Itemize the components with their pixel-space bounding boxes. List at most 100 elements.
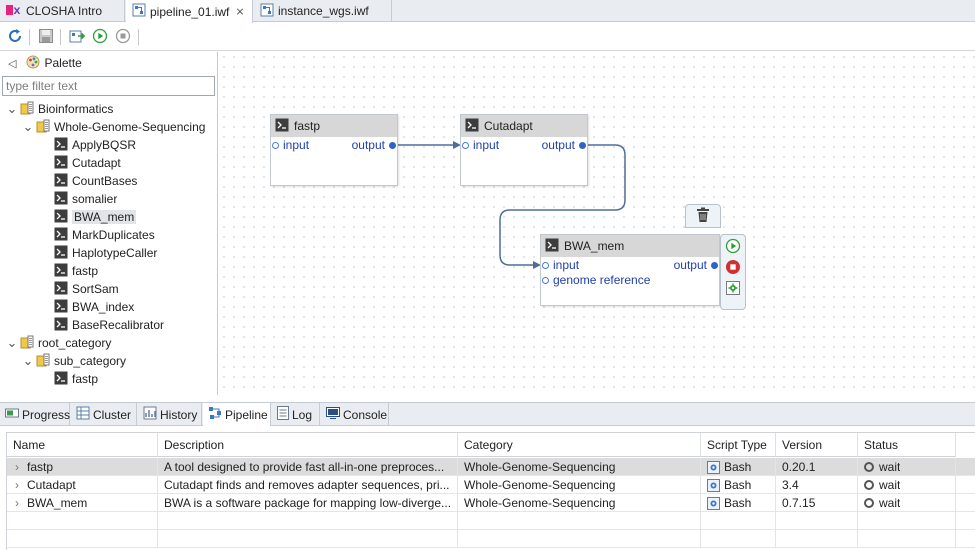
- column-header-category[interactable]: Category: [458, 433, 701, 457]
- genome-reference-port[interactable]: genome reference: [542, 273, 650, 287]
- run-button[interactable]: [90, 27, 110, 47]
- column-header-status[interactable]: Status: [858, 433, 956, 457]
- output-port[interactable]: output: [352, 138, 396, 152]
- palette-tool-item[interactable]: fastp: [38, 262, 98, 280]
- chevron-down-icon[interactable]: ⌄: [22, 354, 34, 367]
- empty-cell: [158, 530, 458, 548]
- chevron-down-icon[interactable]: ⌄: [22, 120, 34, 133]
- node-settings-button[interactable]: [724, 280, 742, 298]
- expand-row-icon[interactable]: ›: [15, 478, 19, 492]
- chevron-down-icon[interactable]: ⌄: [6, 336, 18, 349]
- cluster-icon: [76, 406, 90, 423]
- save-button[interactable]: [36, 27, 56, 47]
- expand-row-icon[interactable]: ›: [15, 496, 19, 510]
- tab-log[interactable]: Log: [272, 403, 320, 426]
- history-icon: [143, 406, 157, 423]
- cell-description: A tool designed to provide fast all-in-o…: [158, 458, 458, 476]
- input-port[interactable]: input: [272, 138, 309, 152]
- palette-category-item[interactable]: ⌄ root_category: [6, 334, 111, 352]
- stop-node-button[interactable]: [724, 259, 742, 277]
- palette-tool-item[interactable]: BWA_mem: [38, 208, 137, 226]
- node-bwa-mem[interactable]: BWA_mem input genome reference output: [540, 234, 720, 306]
- expand-row-icon[interactable]: ›: [15, 460, 19, 474]
- tab-instance-wgs[interactable]: instance_wgs.iwf: [254, 0, 392, 22]
- palette-tool-item[interactable]: Cutadapt: [38, 154, 121, 172]
- closha-logo-icon: X: [6, 4, 22, 19]
- tab-closha-intro[interactable]: X CLOSHA Intro: [0, 0, 125, 22]
- tree-item-label: fastp: [72, 264, 99, 278]
- cell-text: wait: [879, 496, 901, 510]
- palette-tool-item[interactable]: CountBases: [38, 172, 137, 190]
- column-header-description[interactable]: Description: [158, 433, 458, 457]
- stop-button[interactable]: [113, 27, 133, 47]
- palette-tool-item[interactable]: SortSam: [38, 280, 119, 298]
- category-icon: [36, 119, 50, 136]
- cell-text: wait: [879, 478, 901, 492]
- input-port[interactable]: input: [462, 138, 499, 152]
- column-header-name[interactable]: Name: [7, 433, 158, 457]
- collapse-palette-icon[interactable]: ◁: [8, 57, 16, 70]
- tab-console[interactable]: Console: [321, 403, 389, 426]
- cell-script-type: Bash: [701, 458, 776, 476]
- column-header-version[interactable]: Version: [776, 433, 858, 457]
- tree-item-label: root_category: [38, 336, 112, 350]
- output-port[interactable]: output: [542, 138, 586, 152]
- node-header: Cutadapt: [461, 115, 587, 137]
- palette-tool-item[interactable]: MarkDuplicates: [38, 226, 155, 244]
- refresh-button[interactable]: [5, 27, 25, 47]
- node-fastp[interactable]: fastp input output: [270, 114, 398, 186]
- tab-progress[interactable]: Progress: [0, 403, 70, 426]
- tree-item-label: BWA_mem: [72, 210, 137, 224]
- tab-label: Progress: [22, 407, 71, 422]
- empty-cell: [701, 512, 776, 530]
- output-port[interactable]: output: [674, 258, 718, 272]
- terminal-icon: [545, 238, 559, 255]
- table-row[interactable]: › Cutadapt Cutadapt finds and removes adap…: [7, 476, 975, 494]
- tab-history[interactable]: History: [138, 403, 202, 426]
- palette-category-item[interactable]: ⌄ Whole-Genome-Sequencing: [22, 118, 205, 136]
- column-header-script-type[interactable]: Script Type: [701, 433, 776, 457]
- cell-version: 3.4: [776, 476, 858, 494]
- table-row[interactable]: › BWA_mem BWA is a software package for ma…: [7, 494, 975, 512]
- cell-script-type: Bash: [701, 476, 776, 494]
- tree-item-label: sub_category: [54, 354, 127, 368]
- cell-text: Cutadapt: [27, 478, 76, 492]
- input-port[interactable]: input: [542, 258, 579, 272]
- palette-tool-item[interactable]: BWA_index: [38, 298, 134, 316]
- run-icon: [92, 28, 108, 47]
- empty-row: [7, 512, 975, 530]
- palette-category-item[interactable]: ⌄ Bioinformatics: [6, 100, 113, 118]
- refresh-icon: [7, 28, 23, 47]
- tab-pipeline-01[interactable]: pipeline_01.iwf ⨯: [126, 0, 253, 23]
- terminal-icon: [54, 317, 68, 334]
- pipeline-canvas[interactable]: fastp input output Cutadapt input output…: [219, 52, 975, 395]
- close-tab-icon[interactable]: ⨯: [235, 5, 244, 18]
- palette-title: Palette: [44, 56, 82, 70]
- palette-tool-item[interactable]: ApplyBQSR: [38, 136, 136, 154]
- run-node-button[interactable]: [724, 238, 742, 256]
- palette-tool-item[interactable]: BaseRecalibrator: [38, 316, 164, 334]
- palette-tool-item[interactable]: somalier: [38, 190, 117, 208]
- empty-cell: [858, 512, 956, 530]
- tab-cluster[interactable]: Cluster: [71, 403, 137, 426]
- terminal-icon: [465, 118, 479, 135]
- node-title: fastp: [294, 119, 321, 133]
- tab-pipeline[interactable]: Pipeline: [203, 403, 271, 426]
- node-cutadapt[interactable]: Cutadapt input output: [460, 114, 588, 186]
- delete-node-button[interactable]: [685, 204, 721, 228]
- palette-tool-item[interactable]: HaplotypeCaller: [38, 244, 157, 262]
- script-icon: [707, 478, 720, 492]
- palette-category-item[interactable]: ⌄ sub_category: [22, 352, 126, 370]
- cell-text: 3.4: [782, 478, 799, 492]
- empty-cell: [858, 530, 956, 548]
- palette-filter-input[interactable]: [2, 76, 215, 96]
- palette-tool-item[interactable]: fastp: [38, 370, 98, 388]
- empty-cell: [458, 512, 701, 530]
- cell-text: BWA is a software package for mapping lo…: [164, 496, 452, 510]
- cell-text: fastp: [27, 460, 54, 474]
- table-row[interactable]: › fastp A tool designed to provide fast al…: [7, 458, 975, 476]
- node-title: BWA_mem: [564, 239, 625, 253]
- chevron-down-icon[interactable]: ⌄: [6, 102, 18, 115]
- export-button[interactable]: [67, 27, 87, 47]
- cell-text: Whole-Genome-Sequencing: [464, 460, 616, 474]
